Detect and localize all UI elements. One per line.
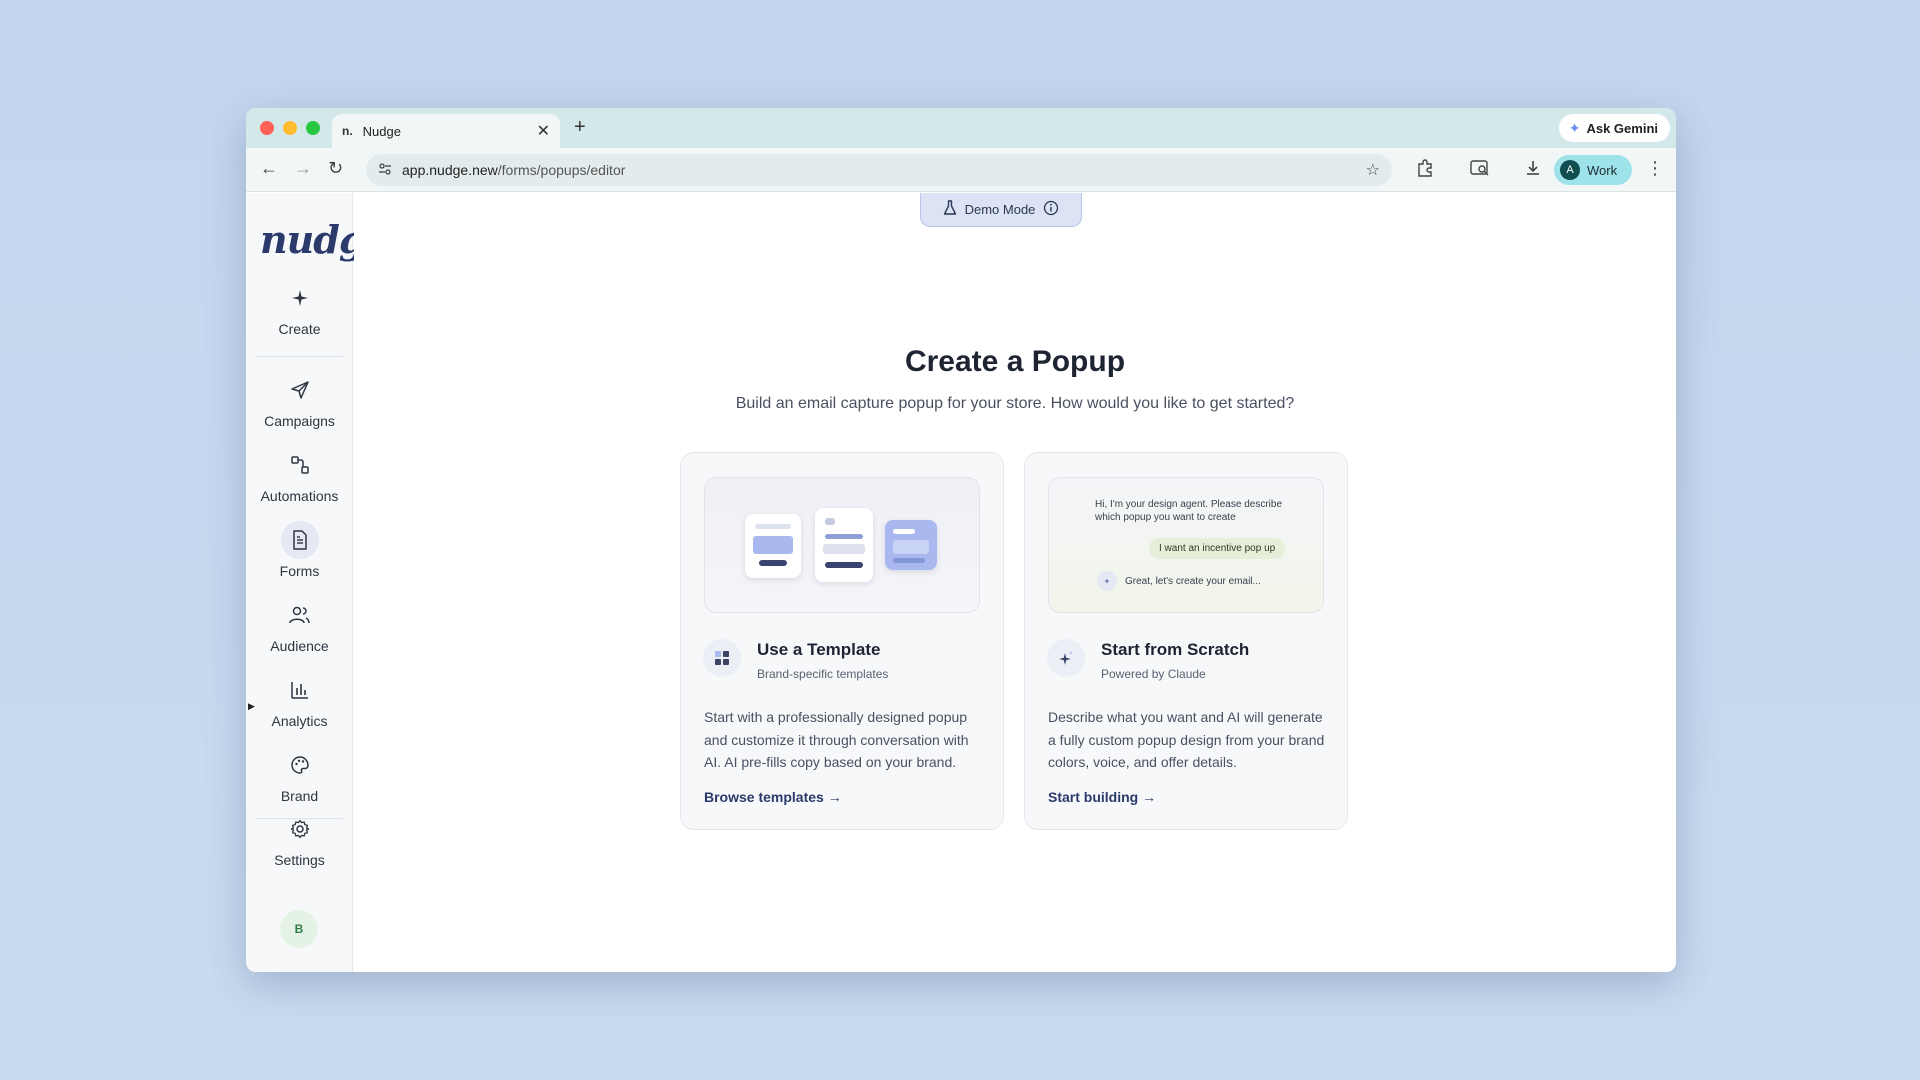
page-subtitle: Build an email capture popup for your st… <box>735 395 1295 412</box>
browser-window: n. Nudge ✕ + ✦ Ask Gemini ← → ↻ app.nudg… <box>246 108 1676 972</box>
nav-automations[interactable]: Automations <box>246 446 353 504</box>
palette-icon <box>281 746 319 784</box>
start-scratch-card[interactable]: Hi, I'm your design agent. Please descri… <box>1024 452 1348 830</box>
maximize-window-button[interactable] <box>306 121 320 135</box>
nav-audience-label: Audience <box>270 638 329 654</box>
workflow-icon <box>281 446 319 484</box>
template-card-tag: Brand-specific templates <box>757 667 889 681</box>
chat-user-bubble: I want an incentive pop up <box>1149 538 1286 559</box>
back-arrow-icon[interactable]: ← <box>260 158 278 179</box>
scratch-card-title: Start from Scratch <box>1101 640 1250 659</box>
nav-audience[interactable]: Audience <box>246 596 353 654</box>
nav-create-label: Create <box>278 321 321 337</box>
profile-label: Work <box>1587 162 1618 178</box>
profile-avatar: A <box>1560 160 1580 180</box>
browser-tab[interactable]: n. Nudge ✕ <box>332 114 560 148</box>
sidebar-divider <box>256 356 343 357</box>
nav-analytics-label: Analytics <box>271 713 328 729</box>
url-host: app.nudge.new <box>402 162 498 178</box>
profile-button[interactable]: A Work <box>1554 155 1632 185</box>
tab-title: Nudge <box>362 123 401 139</box>
bookmark-star-icon[interactable]: ☆ <box>1366 160 1380 180</box>
nav-create[interactable]: Create <box>246 279 353 337</box>
main-content: Demo Mode Create a Popup Build an email … <box>354 193 1676 972</box>
minimize-window-button[interactable] <box>283 121 297 135</box>
document-icon <box>280 521 319 559</box>
plus-sparkle-icon <box>281 279 319 317</box>
send-icon <box>281 371 319 409</box>
tab-close-icon[interactable]: ✕ <box>537 121 550 141</box>
sparkle-icon <box>1047 639 1085 677</box>
nav-campaigns-label: Campaigns <box>264 413 335 429</box>
scratch-card-tag: Powered by Claude <box>1101 667 1206 681</box>
nav-brand-label: Brand <box>280 788 319 804</box>
gear-icon <box>281 810 319 848</box>
bar-chart-icon <box>281 671 319 709</box>
page-title: Create a Popup <box>904 345 1126 378</box>
chat-agent-reply: Great, let's create your email... <box>1125 576 1261 587</box>
scratch-card-description: Describe what you want and AI will gener… <box>1048 709 1325 770</box>
nav-brand[interactable]: Brand <box>246 746 353 804</box>
chat-agent-message: Hi, I'm your design agent. Please descri… <box>1095 499 1283 523</box>
app-sidebar: nudge Create Campaigns Automations Forms <box>246 193 389 972</box>
ask-gemini-button[interactable]: ✦ Ask Gemini <box>1558 114 1670 142</box>
template-thumb <box>745 514 801 578</box>
favicon-icon: n. <box>342 124 353 138</box>
nav-settings[interactable]: Settings <box>246 810 353 868</box>
downloads-icon[interactable] <box>1524 159 1542 182</box>
template-thumb <box>885 520 937 570</box>
chat-preview-illustration: Hi, I'm your design agent. Please descri… <box>1048 477 1324 613</box>
more-menu-icon[interactable]: ⋮ <box>1646 158 1664 179</box>
nav-settings-label: Settings <box>274 852 325 868</box>
nav-forms-label: Forms <box>279 563 320 579</box>
browser-toolbar: ← → ↻ app.nudge.new/forms/popups/editor … <box>246 148 1676 192</box>
gemini-spark-icon: ✦ <box>1568 119 1581 136</box>
forward-arrow-icon[interactable]: → <box>294 158 312 179</box>
template-thumb <box>815 508 873 582</box>
nav-automations-label: Automations <box>260 488 339 504</box>
template-preview-illustration <box>704 477 980 613</box>
close-window-button[interactable] <box>260 121 274 135</box>
demo-mode-banner[interactable]: Demo Mode <box>920 193 1082 227</box>
agent-avatar-icon: ✦ <box>1097 571 1117 591</box>
site-settings-icon[interactable] <box>378 162 392 179</box>
users-icon <box>281 596 319 634</box>
nav-campaigns[interactable]: Campaigns <box>246 371 353 429</box>
url-text: app.nudge.new/forms/popups/editor <box>402 162 1366 178</box>
tab-search-icon[interactable] <box>1470 159 1490 182</box>
ask-gemini-label: Ask Gemini <box>1586 120 1658 136</box>
flask-icon <box>943 200 957 219</box>
url-path: /forms/popups/editor <box>497 162 626 178</box>
demo-mode-label: Demo Mode <box>964 202 1036 217</box>
nav-forms[interactable]: Forms <box>246 521 353 579</box>
user-avatar[interactable]: B <box>280 910 318 948</box>
reload-icon[interactable]: ↻ <box>328 158 343 179</box>
address-bar[interactable]: app.nudge.new/forms/popups/editor ☆ <box>366 154 1392 186</box>
info-icon[interactable] <box>1043 200 1059 219</box>
template-card-description: Start with a professionally designed pop… <box>704 709 969 770</box>
template-card-title: Use a Template <box>757 640 881 659</box>
tab-bar: n. Nudge ✕ + ✦ Ask Gemini <box>246 108 1676 148</box>
use-template-card[interactable]: Use a Template Brand-specific templates … <box>680 452 1004 830</box>
new-tab-button[interactable]: + <box>574 116 586 139</box>
grid-icon <box>703 639 741 677</box>
browse-templates-link[interactable]: Browse templates → <box>704 789 842 805</box>
extensions-icon[interactable] <box>1416 159 1434 182</box>
start-building-link[interactable]: Start building → <box>1048 789 1156 805</box>
nav-analytics[interactable]: Analytics <box>246 671 353 729</box>
